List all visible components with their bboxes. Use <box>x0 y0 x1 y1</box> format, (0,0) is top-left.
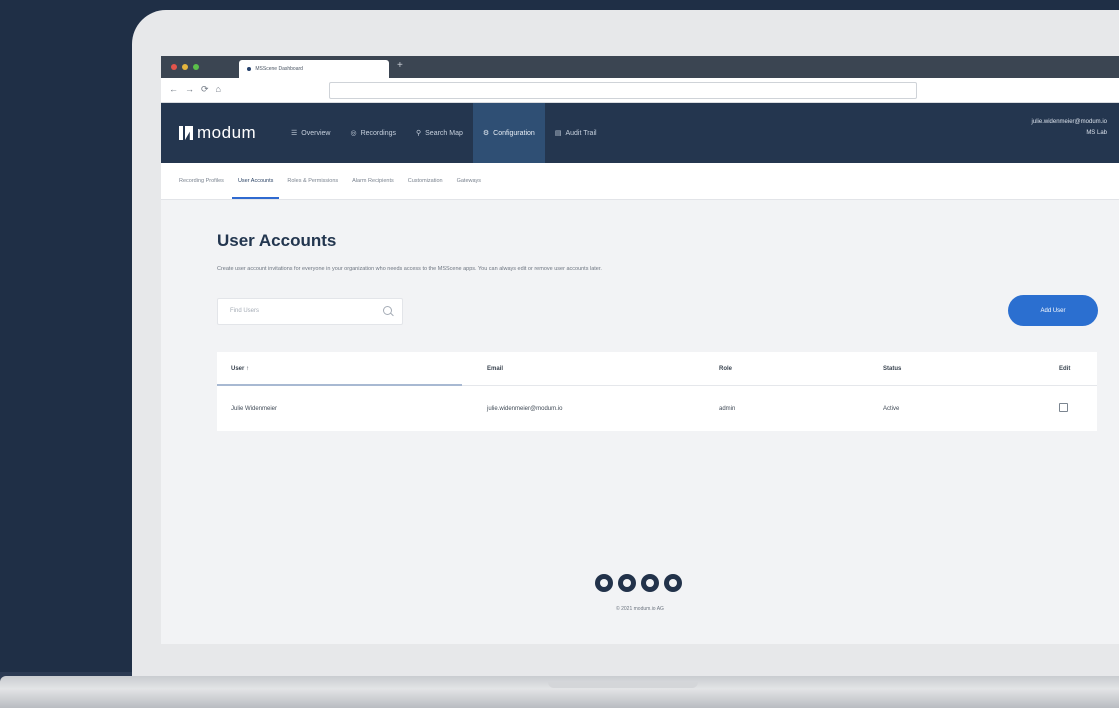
social-icon[interactable] <box>641 574 659 592</box>
document-icon: ▤ <box>554 130 562 137</box>
reload-icon[interactable]: ⟳ <box>201 84 209 95</box>
column-header-email[interactable]: Email <box>473 366 705 372</box>
add-user-button[interactable]: Add User <box>1008 295 1098 326</box>
browser-tab[interactable]: MSScene Dashboard <box>239 60 389 78</box>
sub-nav-bar: Recording Profiles User Accounts Roles &… <box>161 163 1119 200</box>
close-window-button[interactable] <box>171 64 177 70</box>
home-icon[interactable]: ⌂ <box>216 84 221 95</box>
settings-icon: ⚙ <box>482 130 490 137</box>
map-pin-icon: ⚲ <box>416 130 422 137</box>
search-icon <box>383 306 392 315</box>
column-header-edit: Edit <box>1059 365 1071 372</box>
app-nav-bar: modum ☰ Overview ◎ Recordings ⚲ Search M… <box>161 103 1119 163</box>
record-icon: ◎ <box>350 130 357 137</box>
cell-edit <box>1045 403 1097 414</box>
nav-item-label: Audit Trail <box>565 129 597 137</box>
table-row: Julie Widenmeier julie.widenmeier@modum.… <box>217 386 1097 431</box>
nav-item-overview[interactable]: ☰ Overview <box>281 103 340 163</box>
tab-roles-permissions[interactable]: Roles & Permissions <box>287 163 338 199</box>
tab-recording-profiles[interactable]: Recording Profiles <box>179 163 224 199</box>
laptop-notch <box>548 682 698 688</box>
back-icon[interactable]: ← <box>169 84 178 95</box>
modum-logo[interactable]: modum <box>179 123 256 143</box>
social-icon[interactable] <box>595 574 613 592</box>
nav-item-label: Recordings <box>360 129 396 137</box>
window-controls <box>171 64 199 70</box>
minimize-window-button[interactable] <box>182 64 188 70</box>
column-header-user[interactable]: User ↑ <box>217 366 473 372</box>
social-icon[interactable] <box>618 574 636 592</box>
nav-item-recordings[interactable]: ◎ Recordings <box>340 103 406 163</box>
user-accounts-table: User ↑ Email Role Status Edit Julie Wide… <box>217 352 1097 431</box>
table-header: User ↑ Email Role Status Edit <box>217 352 1097 386</box>
tab-alarm-recipients[interactable]: Alarm Recipients <box>352 163 394 199</box>
cell-email: julie.widenmeier@modum.io <box>487 405 563 412</box>
list-icon: ☰ <box>291 130 298 137</box>
tab-customization[interactable]: Customization <box>408 163 443 199</box>
search-input[interactable]: Find Users <box>217 298 403 325</box>
logo-text: modum <box>197 123 257 142</box>
cell-role: admin <box>719 405 736 412</box>
edit-icon[interactable] <box>1059 403 1068 412</box>
browser-toolbar: ← → ⟳ ⌂ <box>161 78 1119 103</box>
user-role: MS Lab <box>1086 130 1107 136</box>
nav-item-configuration[interactable]: ⚙ Configuration <box>472 103 545 163</box>
favicon-icon <box>247 66 251 71</box>
user-menu[interactable]: julie.widenmeier@modum.io MS Lab <box>1032 117 1107 139</box>
laptop-screen: MSScene Dashboard + ← → ⟳ ⌂ modum ☰ Over… <box>161 56 1119 644</box>
search-placeholder: Find Users <box>230 308 260 314</box>
user-email: julie.widenmeier@modum.io <box>1031 119 1107 125</box>
column-header-status[interactable]: Status <box>869 366 1045 372</box>
main-content: User Accounts Create user account invita… <box>161 198 1119 644</box>
nav-item-label: Overview <box>301 129 331 137</box>
browser-tab-bar: MSScene Dashboard + <box>161 56 1119 78</box>
maximize-window-button[interactable] <box>193 64 199 70</box>
tab-gateways[interactable]: Gateways <box>457 163 481 199</box>
address-bar[interactable] <box>329 82 917 99</box>
new-tab-button[interactable]: + <box>397 60 403 71</box>
main-nav: ☰ Overview ◎ Recordings ⚲ Search Map ⚙ C… <box>281 103 607 163</box>
social-icon[interactable] <box>664 574 682 592</box>
modum-logo-icon <box>179 126 193 140</box>
nav-item-audit-trail[interactable]: ▤ Audit Trail <box>545 103 607 163</box>
social-links <box>595 574 682 592</box>
page-description: Create user account invitations for ever… <box>217 266 602 272</box>
nav-item-label: Search Map <box>425 129 463 137</box>
tab-user-accounts[interactable]: User Accounts <box>231 163 280 199</box>
sort-indicator <box>217 384 462 386</box>
laptop-base <box>0 676 1119 708</box>
nav-item-search-map[interactable]: ⚲ Search Map <box>406 103 473 163</box>
cell-user: Julie Widenmeier <box>231 405 278 412</box>
browser-tab-title: MSScene Dashboard <box>255 66 303 72</box>
page-title: User Accounts <box>217 231 337 250</box>
forward-icon[interactable]: → <box>185 84 194 95</box>
nav-item-label: Configuration <box>493 129 535 137</box>
copyright-text: © 2021 modum.io AG <box>616 606 664 612</box>
cell-status: Active <box>883 405 900 412</box>
column-header-role[interactable]: Role <box>705 366 869 372</box>
